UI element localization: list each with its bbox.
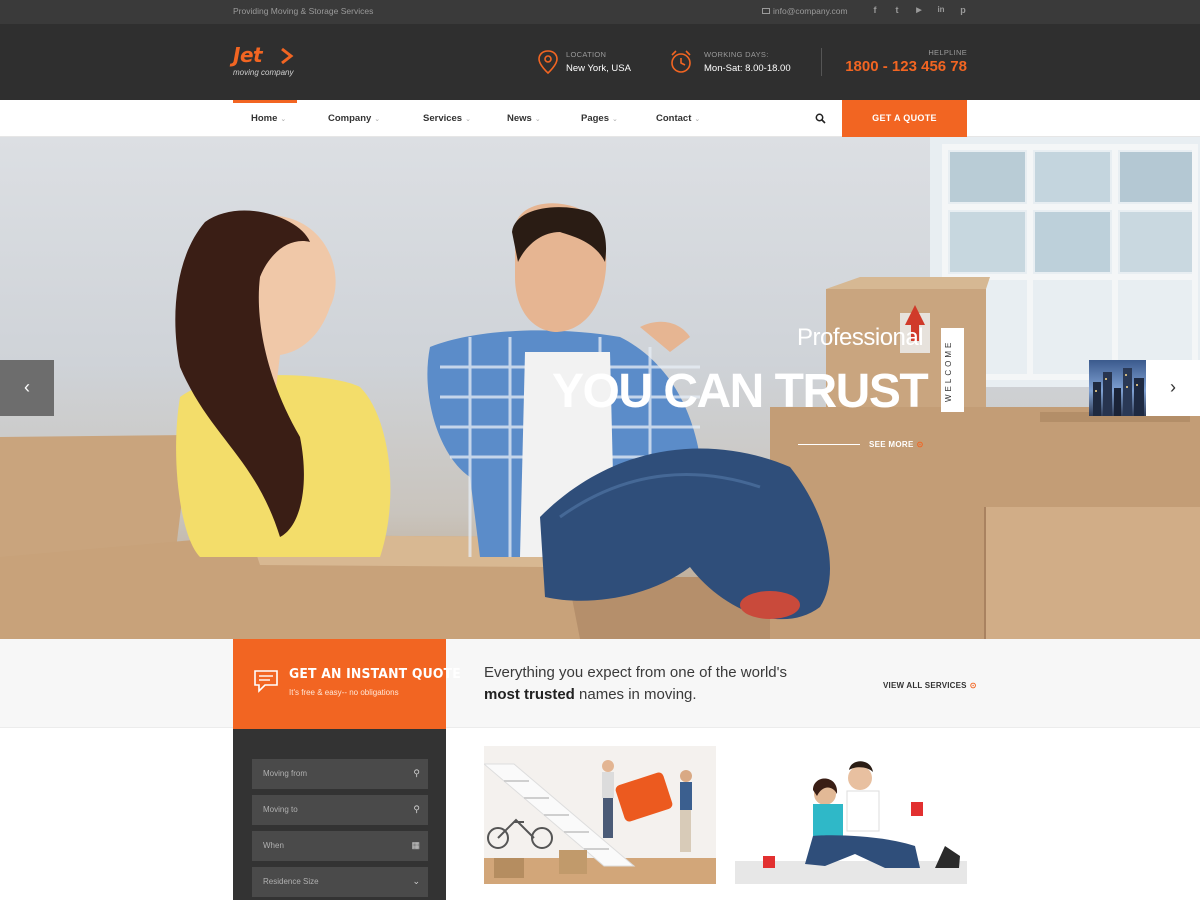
logo-arrow-icon xyxy=(281,47,294,65)
map-pin-icon: ⚲ xyxy=(413,768,420,778)
hero-slider: Professional YOU CAN TRUST WELCOME SEE M… xyxy=(0,137,1200,639)
chevron-left-icon: ‹ xyxy=(24,377,30,397)
chevron-right-icon: › xyxy=(1170,377,1176,397)
calendar-icon: ▦ xyxy=(411,840,420,850)
nav-item-pages[interactable]: Pages ⌄ xyxy=(581,100,618,137)
couple-with-mugs-image xyxy=(735,746,967,884)
logo-subtitle: moving company xyxy=(233,68,294,77)
arrow-circle-icon: ⊙ xyxy=(969,681,977,690)
top-bar: Providing Moving & Storage Services info… xyxy=(0,0,1200,24)
chevron-down-icon: ⌄ xyxy=(280,116,287,123)
chat-bubble-icon xyxy=(254,670,278,693)
service-card-image-local-moving[interactable] xyxy=(484,746,716,884)
hero-see-more-line xyxy=(798,444,860,445)
logo-word: Jet xyxy=(233,43,263,67)
hero-eyebrow: Professional xyxy=(797,324,924,351)
service-card-caption-1 xyxy=(484,893,644,896)
tagline-line-1: Everything you expect from one of the wo… xyxy=(484,664,788,681)
nav-item-news[interactable]: News ⌄ xyxy=(507,100,541,137)
hero-welcome-tag: WELCOME xyxy=(941,328,964,412)
get-a-quote-button[interactable]: GET A QUOTE xyxy=(842,100,967,137)
chevron-down-icon: ⌄ xyxy=(534,116,541,123)
see-more-link[interactable]: SEE MORE ⊙ xyxy=(869,440,924,449)
main-nav: Home ⌄ Company ⌄ Services ⌄ News ⌄ Pages ⌄ Co… xyxy=(0,100,1200,137)
chevron-down-icon: ⌄ xyxy=(374,116,381,123)
quote-panel-title: GET AN INSTANT QUOTE xyxy=(289,666,461,682)
helpline-phone[interactable]: 1800 - 123 456 78 xyxy=(845,58,967,75)
chevron-down-icon: ⌄ xyxy=(465,116,471,123)
pinterest-icon[interactable]: p xyxy=(956,5,970,15)
header-divider xyxy=(821,48,822,76)
movers-carrying-sofa-image xyxy=(484,746,716,884)
hero-welcome-text: WELCOME xyxy=(944,339,953,402)
quote-form: Moving from ⚲ Moving to ⚲ When ▦ Residen… xyxy=(233,729,446,900)
chevron-down-icon: ⌄ xyxy=(612,116,618,123)
top-email-text: info@company.com xyxy=(773,6,848,16)
hours-value: Mon-Sat: 8.00-18.00 xyxy=(704,63,791,74)
when-date-field[interactable]: When ▦ xyxy=(252,831,428,861)
moving-from-field[interactable]: Moving from ⚲ xyxy=(252,759,428,789)
nav-label: Company xyxy=(328,113,372,124)
site-header: Jet moving company LOCATION New York, US… xyxy=(0,24,1200,100)
youtube-icon[interactable]: ▶ xyxy=(912,6,926,14)
nav-label: Contact xyxy=(656,113,692,124)
view-all-services-link[interactable]: VIEW ALL SERVICES ⊙ xyxy=(883,681,977,690)
slider-next-button[interactable]: › xyxy=(1146,360,1200,416)
services-tagline: Everything you expect from one of the wo… xyxy=(484,662,787,706)
nav-label: Home xyxy=(251,113,278,124)
nav-item-company[interactable]: Company ⌄ xyxy=(328,100,380,137)
map-pin-icon xyxy=(538,50,558,75)
field-placeholder: Moving to xyxy=(263,805,298,814)
quote-panel-header: GET AN INSTANT QUOTE It's free & easy-- … xyxy=(233,639,461,738)
nav-item-services[interactable]: Services ⌄ xyxy=(423,100,471,137)
top-tagline: Providing Moving & Storage Services xyxy=(233,6,374,16)
twitter-icon[interactable]: t xyxy=(890,5,904,15)
next-slide-thumbnail[interactable] xyxy=(1089,360,1146,416)
field-placeholder: Residence Size xyxy=(263,877,319,886)
tagline-rest: names in moving. xyxy=(574,686,697,703)
service-card-image-long-distance[interactable] xyxy=(735,746,967,884)
social-links: f t ▶ in p xyxy=(868,5,978,19)
nav-label: News xyxy=(507,113,532,124)
mail-icon xyxy=(762,8,770,14)
slider-prev-button[interactable]: ‹ xyxy=(0,360,54,416)
map-pin-icon: ⚲ xyxy=(413,804,420,814)
view-all-label: VIEW ALL SERVICES xyxy=(883,681,967,690)
hero-title: YOU CAN TRUST xyxy=(552,365,929,418)
nav-label: Pages xyxy=(581,113,609,124)
service-card-caption-2 xyxy=(735,893,895,896)
field-placeholder: Moving from xyxy=(263,769,308,778)
linkedin-icon[interactable]: in xyxy=(934,5,948,14)
moving-to-field[interactable]: Moving to ⚲ xyxy=(252,795,428,825)
nav-active-indicator xyxy=(233,100,297,103)
location-label: LOCATION xyxy=(566,50,607,59)
arrow-circle-icon: ⊙ xyxy=(916,440,924,449)
tagline-bold: most trusted xyxy=(484,686,575,703)
facebook-icon[interactable]: f xyxy=(868,5,882,15)
see-more-label: SEE MORE xyxy=(869,440,914,449)
helpline-label: HELPLINE xyxy=(928,48,967,57)
tagline-line-2: most trusted names in moving. xyxy=(484,684,787,706)
logo[interactable]: Jet moving company xyxy=(233,43,293,77)
field-placeholder: When xyxy=(263,841,284,850)
quote-panel-subtitle: It's free & easy-- no obligations xyxy=(289,688,399,697)
residence-size-select[interactable]: Residence Size ⌄ xyxy=(252,867,428,897)
top-email[interactable]: info@company.com xyxy=(762,6,848,16)
city-skyline-thumbnail xyxy=(1093,368,1144,416)
nav-item-home[interactable]: Home ⌄ xyxy=(251,100,286,137)
hours-label: WORKING DAYS: xyxy=(704,50,769,59)
location-value: New York, USA xyxy=(566,63,631,74)
alarm-clock-icon xyxy=(671,50,691,73)
chevron-down-icon: ⌄ xyxy=(694,116,701,123)
chevron-down-icon: ⌄ xyxy=(412,876,420,886)
nav-label: Services xyxy=(423,113,463,124)
nav-item-contact[interactable]: Contact ⌄ xyxy=(656,100,700,137)
search-icon[interactable] xyxy=(815,113,826,124)
